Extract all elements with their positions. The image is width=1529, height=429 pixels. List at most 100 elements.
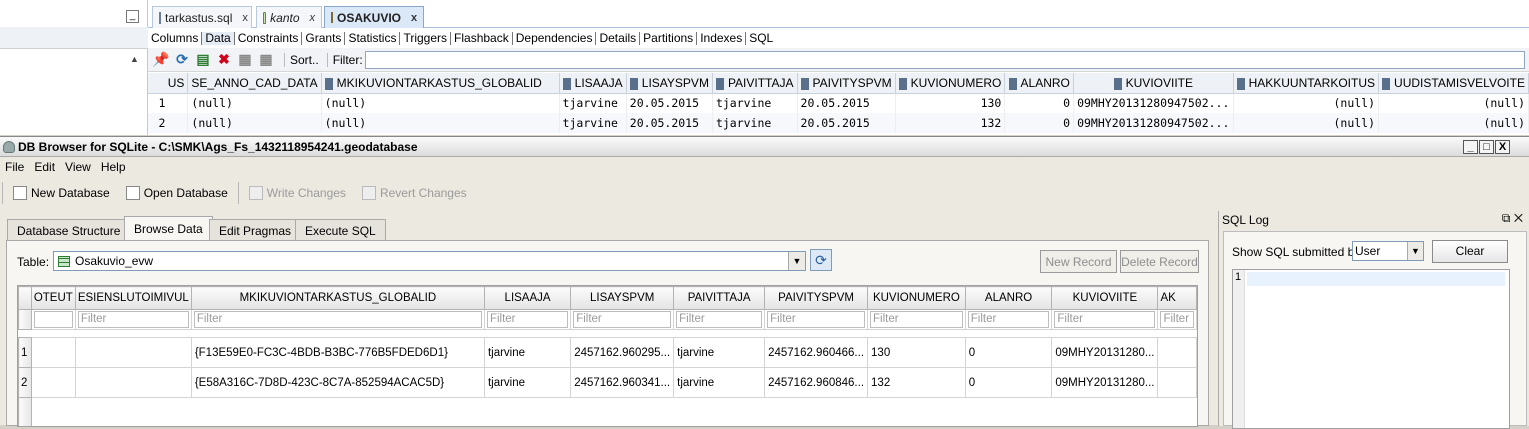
filter-cell[interactable]: Filter <box>190 309 485 330</box>
filter-input[interactable]: Filter <box>967 311 1050 328</box>
filter-cell[interactable]: Filter <box>483 309 572 330</box>
table-row[interactable]: 1 {F13E59E0-FC3C-4BDB-B3BC-776B5FDED6D1}… <box>18 337 1197 368</box>
tab-execute-sql[interactable]: Execute SQL <box>295 219 386 241</box>
table-cell[interactable]: tjarvine <box>712 113 798 133</box>
filter-input[interactable]: Filter <box>767 311 866 328</box>
scroll-up-icon[interactable]: ▲ <box>130 54 139 64</box>
filter-cell[interactable]: Filter <box>1157 309 1197 330</box>
subtab-details[interactable]: Details <box>596 31 641 45</box>
column-header[interactable]: LISAYSPVM <box>626 73 713 94</box>
table-cell[interactable]: 130 <box>895 93 1006 113</box>
table-cell[interactable]: 2457162.960846... <box>764 367 869 398</box>
subtab-partitions[interactable]: Partitions <box>640 31 698 45</box>
new-record-button[interactable]: New Record <box>1040 250 1117 273</box>
filter-input[interactable] <box>364 50 1525 69</box>
table-cell[interactable] <box>1157 367 1197 398</box>
table-cell[interactable]: (null) <box>321 93 560 113</box>
column-header[interactable]: KUVIOVIITE <box>1051 286 1159 310</box>
subtab-statistics[interactable]: Statistics <box>345 31 401 45</box>
minimize-panel-button[interactable]: _ <box>126 10 139 23</box>
subtab-triggers[interactable]: Triggers <box>400 31 452 45</box>
tab-osakuvio[interactable]: OSAKUVIO x <box>324 6 424 28</box>
filter-input[interactable]: Filter <box>486 311 569 328</box>
tab-tarkastus-sql[interactable]: tarkastus.sql x <box>152 6 252 28</box>
table-cell[interactable]: tjarvine <box>712 93 798 113</box>
clear-log-button[interactable]: Clear <box>1432 240 1508 263</box>
close-tab-icon[interactable]: x <box>310 12 316 24</box>
subtab-data[interactable]: Data <box>202 31 235 45</box>
subtab-constraints[interactable]: Constraints <box>235 31 303 45</box>
sort-button[interactable]: Sort.. <box>284 52 319 67</box>
commit-icon[interactable]: ▦ <box>237 51 253 68</box>
table-cell[interactable]: tjarvine <box>673 367 766 398</box>
chevron-down-icon[interactable]: ▼ <box>788 252 805 270</box>
table-cell[interactable]: 2457162.960341... <box>570 367 675 398</box>
table-cell[interactable]: 2457162.960295... <box>570 337 675 368</box>
close-button[interactable]: X <box>1495 140 1510 154</box>
table-cell[interactable] <box>74 367 192 398</box>
table-cell[interactable]: 0 <box>1004 113 1075 133</box>
filter-input[interactable]: Filter <box>1160 311 1194 328</box>
column-header[interactable]: LISAAJA <box>559 73 627 94</box>
filter-cell[interactable]: Filter <box>1051 309 1159 330</box>
column-header[interactable]: US <box>148 73 189 94</box>
row-number[interactable]: 2 <box>18 367 32 398</box>
table-cell[interactable]: 20.05.2015 <box>797 93 896 113</box>
table-cell[interactable] <box>1157 337 1197 368</box>
filter-input[interactable] <box>33 311 73 328</box>
column-header[interactable]: AK <box>1157 286 1197 310</box>
tab-edit-pragmas[interactable]: Edit Pragmas <box>209 219 302 241</box>
table-cell[interactable]: 20.05.2015 <box>797 113 896 133</box>
filter-cell[interactable]: Filter <box>570 309 675 330</box>
filter-cell[interactable]: Filter <box>964 309 1053 330</box>
table-row[interactable]: 1 (null) (null) tjarvine 20.05.2015 tjar… <box>148 93 1529 113</box>
pin-icon[interactable]: 📌 <box>152 51 169 68</box>
submitted-by-select[interactable]: User ▼ <box>1352 241 1424 261</box>
column-header[interactable]: LISAYSPVM <box>570 286 675 310</box>
subtab-indexes[interactable]: Indexes <box>697 31 747 45</box>
revert-changes-button[interactable]: Revert Changes <box>354 186 475 200</box>
filter-cell[interactable]: Filter <box>867 309 966 330</box>
column-header[interactable]: MKIKUVIONTARKASTUS_GLOBALID <box>190 286 485 310</box>
filter-input[interactable]: Filter <box>77 311 189 328</box>
table-cell[interactable]: tjarvine <box>483 337 572 368</box>
table-cell[interactable]: 20.05.2015 <box>626 93 713 113</box>
column-header[interactable]: PAIVITTAJA <box>712 73 798 94</box>
filter-input[interactable]: Filter <box>1054 311 1156 328</box>
column-header[interactable]: OTEUT <box>30 286 76 310</box>
table-cell[interactable]: 130 <box>867 337 966 368</box>
column-header[interactable]: UUDISTAMISVELVOITE <box>1378 73 1529 94</box>
filter-input[interactable]: Filter <box>573 311 672 328</box>
table-cell[interactable] <box>30 337 76 368</box>
column-header[interactable]: PAIVITYSPVM <box>797 73 896 94</box>
subtab-grants[interactable]: Grants <box>302 31 346 45</box>
row-number[interactable]: 1 <box>18 337 32 368</box>
maximize-button[interactable]: □ <box>1479 140 1494 154</box>
table-cell[interactable]: tjarvine <box>673 337 766 368</box>
table-row[interactable]: 2 (null) (null) tjarvine 20.05.2015 tjar… <box>148 113 1529 133</box>
refresh-button[interactable]: ⟳ <box>810 249 832 271</box>
corner-header[interactable] <box>18 286 32 310</box>
table-cell[interactable]: 132 <box>867 367 966 398</box>
column-header[interactable]: ESIENSLUTOIMIVUL <box>74 286 192 310</box>
delete-row-icon[interactable]: ✖ <box>216 51 232 68</box>
filter-input[interactable]: Filter <box>676 311 763 328</box>
menu-view[interactable]: View <box>60 160 96 174</box>
table-cell[interactable]: (null) <box>187 113 322 133</box>
table-cell[interactable]: 09MHY20131280... <box>1051 367 1159 398</box>
column-header[interactable]: ALANRO <box>1004 73 1075 94</box>
table-cell[interactable]: {E58A316C-7D8D-423C-8C7A-852594ACAC5D} <box>190 367 485 398</box>
minimize-button[interactable]: _ <box>1463 140 1478 154</box>
table-cell[interactable]: 09MHY20131280947502... <box>1073 113 1234 133</box>
subtab-dependencies[interactable]: Dependencies <box>513 31 597 45</box>
table-cell[interactable]: (null) <box>321 113 560 133</box>
filter-input[interactable]: Filter <box>193 311 482 328</box>
column-header[interactable]: KUVIONUMERO <box>895 73 1006 94</box>
column-header[interactable]: KUVIOVIITE <box>1073 73 1234 94</box>
column-header[interactable]: KUVIONUMERO <box>867 286 966 310</box>
close-tab-icon[interactable]: x <box>411 12 417 24</box>
table-cell[interactable]: (null) <box>187 93 322 113</box>
rollback-icon[interactable]: ▦ <box>258 51 274 68</box>
table-cell[interactable]: 0 <box>964 337 1053 368</box>
menu-file[interactable]: File <box>0 160 29 174</box>
